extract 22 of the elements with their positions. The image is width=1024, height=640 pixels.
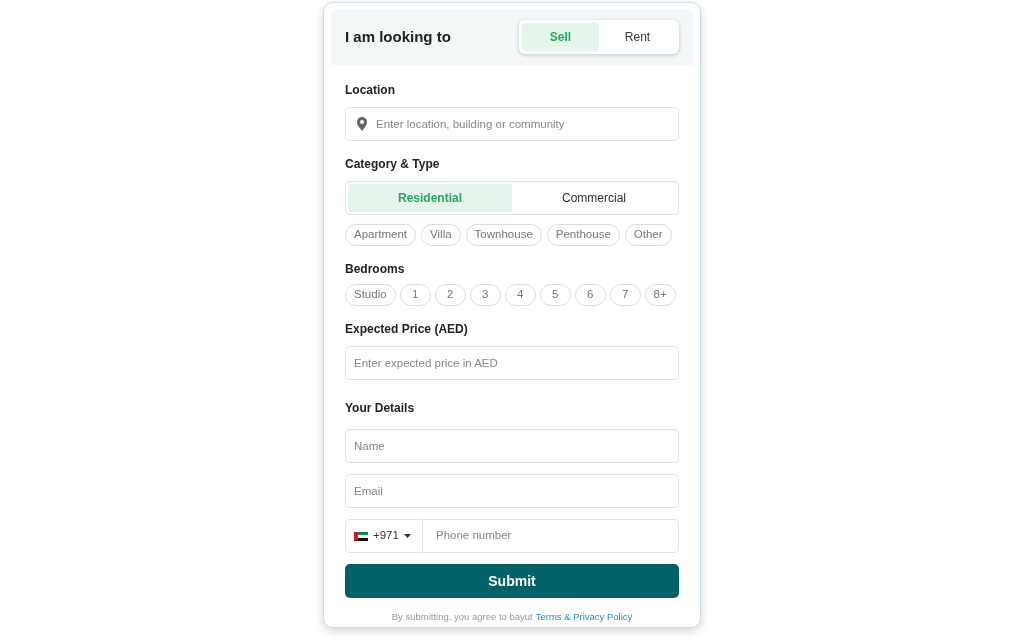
email-field[interactable]: Email (345, 474, 679, 508)
location-label: Location (345, 82, 396, 99)
price-label: Expected Price (AED) (345, 321, 469, 338)
category-label: Category & Type (345, 156, 441, 173)
price-field[interactable]: Enter expected price in AED (345, 346, 679, 380)
bedrooms-label: Bedrooms (345, 261, 406, 278)
terms-link[interactable]: Terms & Privacy Policy (535, 610, 633, 625)
purpose-tab[interactable]: Sell (522, 23, 599, 51)
flag-icon (354, 531, 368, 541)
category-tab[interactable]: Residential (348, 184, 512, 212)
location-pin-icon (357, 117, 367, 131)
submit-button[interactable]: Submit (345, 564, 679, 598)
caret-icon (403, 534, 411, 538)
phone-field[interactable]: Phone number (423, 519, 679, 553)
category-tab[interactable]: Commercial (512, 184, 676, 212)
country-code-selector[interactable]: +971 (345, 519, 423, 553)
details-label: Your Details (345, 400, 416, 417)
name-field[interactable]: Name (345, 429, 679, 463)
terms-text: By submitting, you agree to bayut (391, 610, 533, 624)
form-title: I am looking to (345, 26, 451, 47)
location-field[interactable]: Enter location, building or community (345, 107, 679, 141)
purpose-tab[interactable]: Rent (599, 23, 676, 51)
